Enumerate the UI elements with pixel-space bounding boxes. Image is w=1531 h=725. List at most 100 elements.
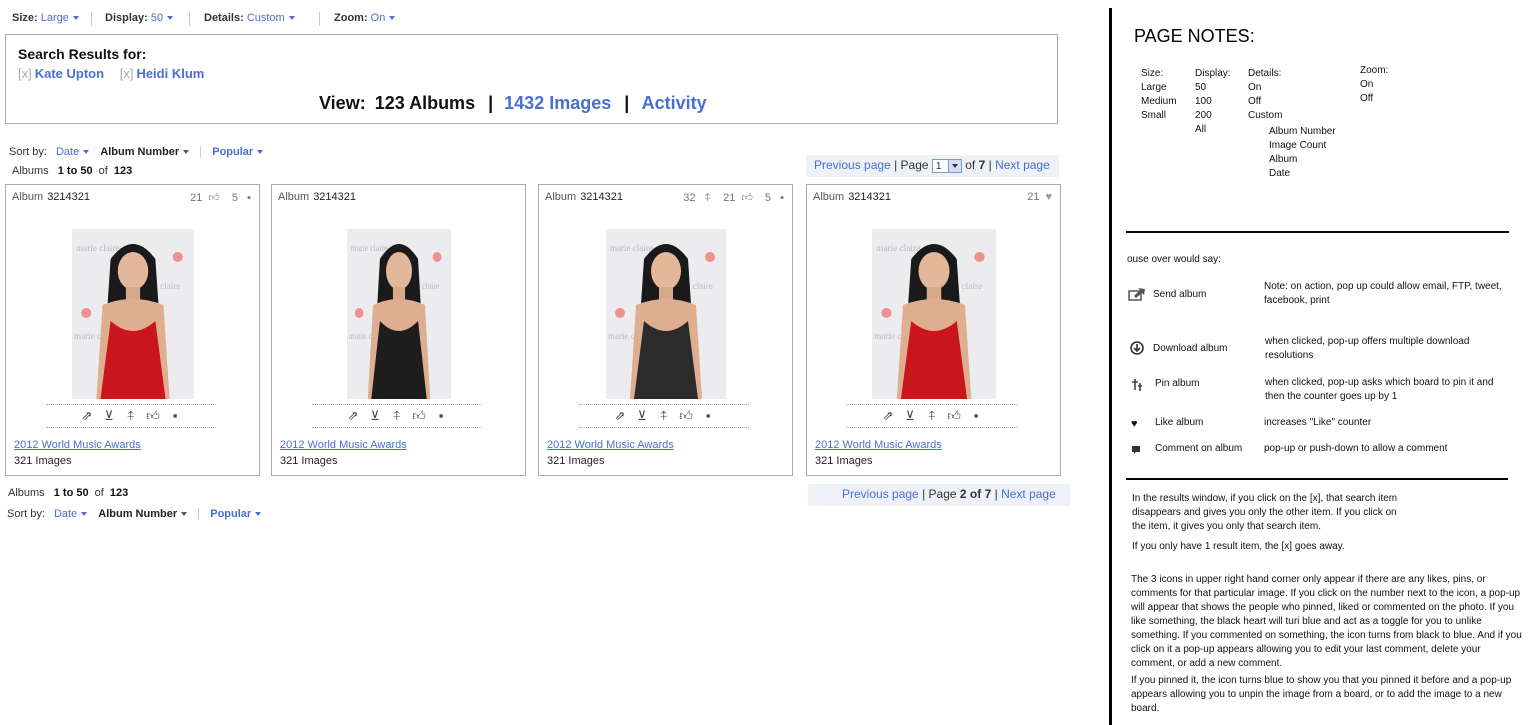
heart-icon: ♥	[1131, 418, 1138, 430]
thumbs-up-icon[interactable]: 👍︎	[945, 405, 963, 427]
album-counter-top: Albums 1 to 50 of 123	[12, 165, 132, 177]
notes-option: Large	[1141, 82, 1167, 93]
size-label: Size:	[12, 12, 38, 24]
pin-icon[interactable]: ⍏	[388, 405, 406, 427]
next-page-link[interactable]: Next page	[995, 158, 1050, 172]
thumbs-up-icon[interactable]: 👍︎	[144, 405, 162, 427]
pagination-top: Previous page | Page 1 of 7 | Next page	[806, 155, 1059, 177]
comment-icon[interactable]: ▪	[699, 405, 717, 427]
previous-page-link[interactable]: Previous page	[814, 158, 891, 172]
notes-rule	[1126, 231, 1509, 233]
notes-divider	[1109, 8, 1112, 725]
next-page-link[interactable]: Next page	[1001, 487, 1056, 501]
legend-label: Comment on album	[1155, 443, 1243, 454]
size-value: Large	[40, 12, 69, 24]
album-card[interactable]: Album 3214321 21 👍︎ 5 ▪ marie claire marie cla…	[5, 184, 260, 476]
notes-size-options: Size: Large Medium Small	[1141, 67, 1177, 123]
chevron-down-icon	[947, 159, 961, 172]
send-icon[interactable]: ⇗	[78, 405, 96, 427]
counter-prefix: Albums	[8, 487, 45, 499]
notes-option: Off	[1248, 96, 1262, 107]
album-card[interactable]: Album 3214321 21 ♥ marie claire marie claire m…	[806, 184, 1061, 476]
mouseover-heading: ouse over would say:	[1127, 254, 1221, 265]
download-icon[interactable]: ⊻	[633, 405, 651, 427]
like-count[interactable]: 21 ♥	[1021, 191, 1052, 203]
download-icon	[1130, 341, 1144, 355]
like-count[interactable]: 21 👍︎	[184, 192, 220, 204]
search-term-link[interactable]: Kate Upton	[35, 66, 104, 81]
notes-details-sub-options: Album Number Image Count Album Date	[1269, 125, 1336, 181]
previous-page-link[interactable]: Previous page	[842, 487, 919, 501]
search-term-link[interactable]: Heidi Klum	[136, 66, 204, 81]
sort-popular-option[interactable]: Popular	[210, 508, 262, 520]
sort-date-option[interactable]: Date	[53, 508, 88, 520]
page-select[interactable]: 1	[931, 158, 962, 173]
comment-icon[interactable]: ▪	[432, 405, 450, 427]
view-images-tab[interactable]: 1432 Images	[504, 93, 611, 113]
send-icon	[1128, 288, 1145, 301]
zoom-dropdown[interactable]: Zoom: On	[334, 12, 396, 24]
comment-count[interactable]: 5 ▪	[759, 192, 784, 204]
like-count[interactable]: 21 👍︎	[717, 192, 753, 204]
album-stats: 21 👍︎ 5 ▪	[178, 191, 251, 204]
remove-term-button[interactable]: [x]	[18, 66, 32, 81]
sort-date-label: Date	[53, 508, 78, 520]
album-card[interactable]: Album 3214321 marie claire marie claire mari…	[271, 184, 526, 476]
details-dropdown[interactable]: Details: Custom	[204, 12, 295, 24]
legend-label: Like album	[1155, 417, 1204, 428]
sort-popular-label: Popular	[210, 508, 252, 520]
counter-of: of	[98, 165, 108, 177]
view-albums-tab[interactable]: 123 Albums	[375, 93, 475, 113]
album-title-link[interactable]: 2012 World Music Awards	[280, 439, 407, 451]
download-icon[interactable]: ⊻	[901, 405, 919, 427]
album-thumbnail[interactable]: marie claire marie claire marie claire	[606, 229, 726, 399]
sort-album-number-option[interactable]: Album Number	[98, 508, 188, 520]
thumbs-up-icon[interactable]: 👍︎	[410, 405, 428, 427]
sort-album-number-label: Album Number	[100, 146, 180, 158]
album-thumbnail[interactable]: marie claire marie claire marie claire	[347, 229, 451, 399]
pin-icon[interactable]: ⍏	[655, 405, 673, 427]
pin-count[interactable]: 32 ⍏	[677, 192, 711, 204]
pin-icon[interactable]: ⍏	[122, 405, 140, 427]
sort-label: Sort by:	[7, 508, 45, 520]
album-actions: ⇗ ⊻ ⍏ 👍︎ ▪	[847, 404, 1017, 428]
comment-icon[interactable]: ▪	[166, 405, 184, 427]
download-icon[interactable]: ⊻	[366, 405, 384, 427]
comment-icon[interactable]: ▪	[967, 405, 985, 427]
send-icon[interactable]: ⇗	[879, 405, 897, 427]
download-icon[interactable]: ⊻	[100, 405, 118, 427]
divider	[200, 146, 202, 159]
notes-paragraph: If you only have 1 result item, the [x] …	[1132, 541, 1345, 552]
sort-album-number-option[interactable]: Album Number	[100, 146, 190, 158]
notes-option: Album	[1269, 154, 1298, 165]
send-icon[interactable]: ⇗	[344, 405, 362, 427]
pin-icon[interactable]: ⍏	[923, 405, 941, 427]
album-card[interactable]: Album 3214321 32 ⍏ 21 👍︎ 5 ▪ marie claire marie…	[538, 184, 793, 476]
counter-total: 123	[113, 165, 133, 177]
notes-option: 200	[1195, 110, 1212, 121]
send-icon[interactable]: ⇗	[611, 405, 629, 427]
album-title-link[interactable]: 2012 World Music Awards	[815, 439, 942, 451]
album-title-link[interactable]: 2012 World Music Awards	[547, 439, 674, 451]
legend-desc: increases "Like" counter	[1264, 417, 1372, 428]
album-title-link[interactable]: 2012 World Music Awards	[14, 439, 141, 451]
notes-option: Date	[1269, 168, 1291, 179]
sort-date-option[interactable]: Date	[56, 146, 90, 158]
divider	[198, 508, 200, 521]
thumbs-up-icon[interactable]: 👍︎	[677, 405, 695, 427]
album-image-count: 321 Images	[280, 455, 338, 467]
album-header: Album 3214321	[545, 191, 623, 203]
view-activity-tab[interactable]: Activity	[642, 93, 707, 113]
sort-popular-option[interactable]: Popular	[212, 146, 264, 158]
notes-option: Custom	[1248, 110, 1283, 121]
album-actions: ⇗ ⊻ ⍏ 👍︎ ▪	[312, 404, 482, 428]
page-of: of	[965, 158, 976, 172]
remove-term-button[interactable]: [x]	[120, 66, 134, 81]
size-dropdown[interactable]: Size: Large	[12, 12, 79, 24]
album-image-count: 321 Images	[547, 455, 605, 467]
album-thumbnail[interactable]: marie claire marie claire marie claire	[872, 229, 996, 399]
comment-count[interactable]: 5 ▪	[226, 192, 251, 204]
display-dropdown[interactable]: Display: 50	[105, 12, 174, 24]
album-thumbnail[interactable]: marie claire marie claire marie claire	[72, 229, 194, 399]
search-terms: [x] Kate Upton [x] Heidi Klum	[18, 66, 216, 81]
